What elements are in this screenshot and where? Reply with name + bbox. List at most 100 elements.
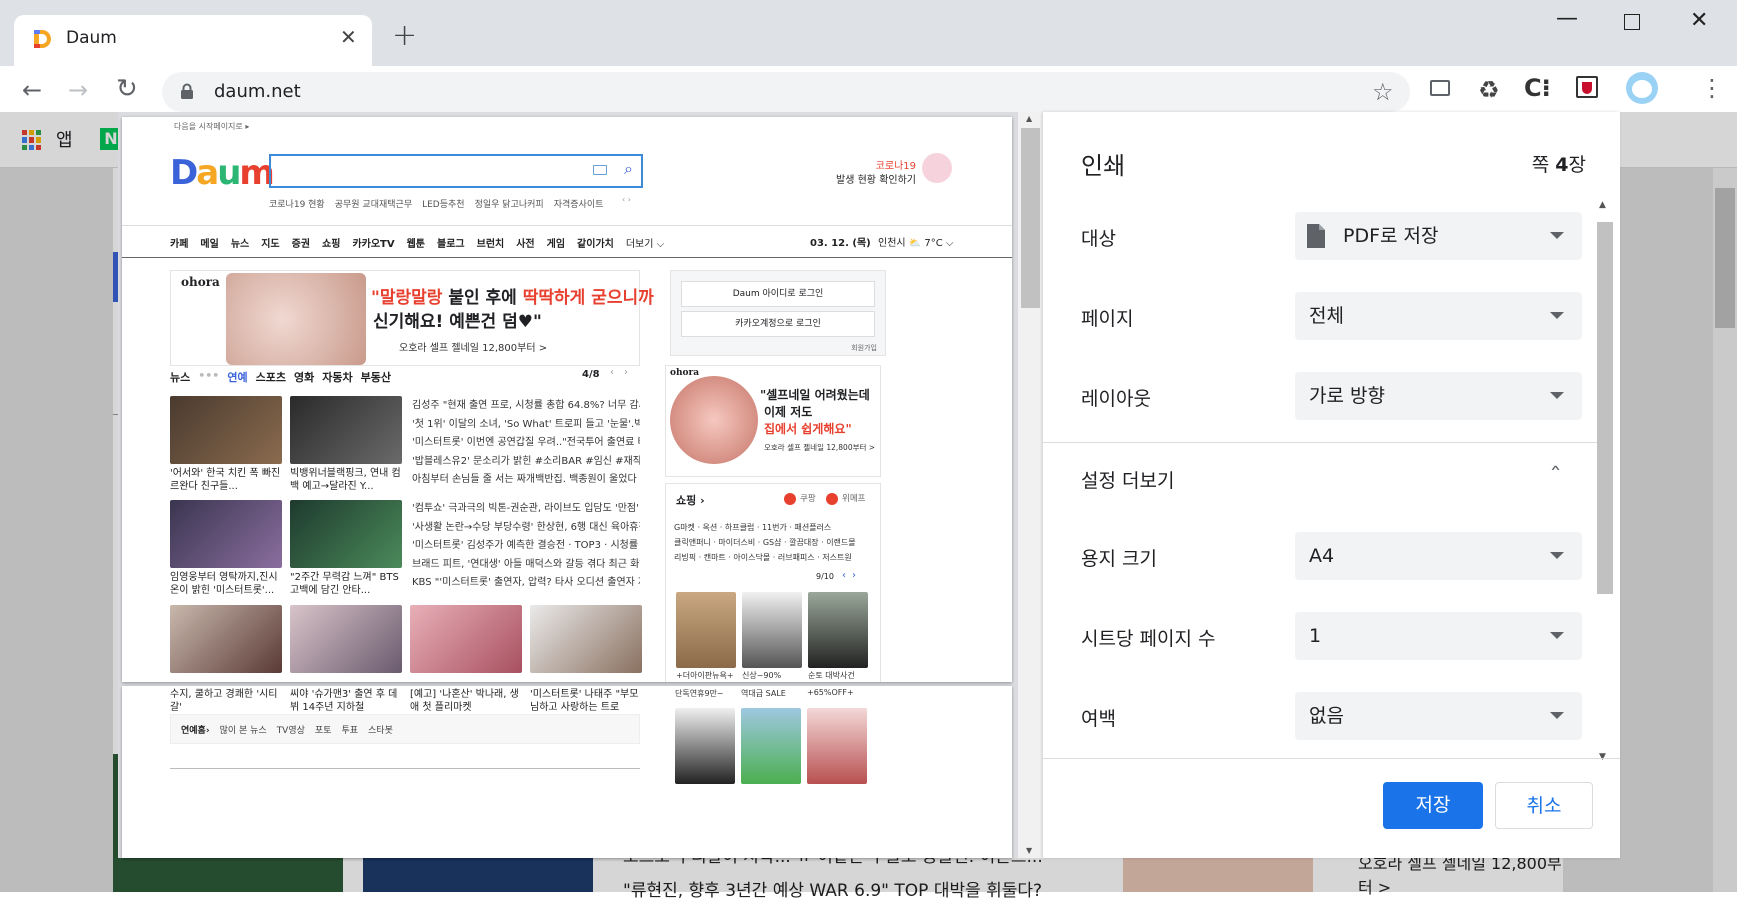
extension-recycle-icon[interactable]: ♻ <box>1478 76 1500 104</box>
trending-4[interactable]: 정일우 닭고나커피 <box>475 197 544 210</box>
trending-1[interactable]: 코로나19 현황 <box>269 197 325 210</box>
new-tab-icon[interactable]: + <box>392 18 417 53</box>
nav-shopping[interactable]: 쇼핑 <box>322 235 340 250</box>
back-icon[interactable]: ← <box>22 76 42 104</box>
news-thumb-2[interactable] <box>290 396 402 464</box>
photo-thumb-4[interactable] <box>530 605 642 673</box>
search-icon[interactable]: ⌕ <box>624 159 633 179</box>
nav-game[interactable]: 게임 <box>547 235 565 250</box>
news-tab-realestate[interactable]: 부동산 <box>361 369 391 385</box>
news-item[interactable]: 아침부터 손님들 줄 서는 짜개백반집. 백종원이 울었다 <box>412 471 640 490</box>
photo-thumb-1[interactable] <box>170 605 282 673</box>
nav-news[interactable]: 뉴스 <box>231 235 249 250</box>
photo-caption-2[interactable]: 씨야 '슈가맨3' 출연 후 데뷔 14주년 지하철 <box>290 688 402 714</box>
trending-5[interactable]: 자격증사이트 <box>554 197 604 210</box>
paper-size-select[interactable]: A4 <box>1295 532 1582 580</box>
shop-thumb-6[interactable] <box>807 708 867 784</box>
preview-scroll-down-icon[interactable]: ▼ <box>1026 846 1032 855</box>
preview-scrollbar[interactable]: ▲ ▼ <box>1018 112 1043 858</box>
coupang-link[interactable]: 쿠팡 <box>800 492 816 504</box>
keyboard-icon[interactable] <box>593 165 607 175</box>
menu-kebab-icon[interactable]: ⋮ <box>1700 74 1724 102</box>
wemakeprice-link[interactable]: 위메프 <box>842 492 865 504</box>
news-footer-popular[interactable]: 많이 본 뉴스 <box>220 723 267 736</box>
margins-select[interactable]: 없음 <box>1295 692 1582 740</box>
news-item[interactable]: 브래드 피트, '연대생' 아들 매덕스와 갈등 겪다 최근 화해 "... <box>412 556 640 575</box>
news-tab-movie[interactable]: 영화 <box>294 369 314 385</box>
close-window-icon[interactable]: ✕ <box>1690 8 1708 33</box>
news-page-arrows-icon[interactable]: ‹› <box>610 367 638 378</box>
extension-shield-icon[interactable] <box>1576 76 1598 98</box>
news-caption-1[interactable]: '어서와' 한국 치킨 폭 빠진 르완다 친구들... <box>170 467 282 493</box>
preview-scroll-thumb[interactable] <box>1021 128 1040 308</box>
settings-scrollbar[interactable]: ▲ ▼ <box>1595 200 1613 766</box>
extension-cast-icon[interactable] <box>1430 80 1450 96</box>
extension-c-icon[interactable]: C⁝ <box>1524 74 1551 102</box>
news-tab-car[interactable]: 자동차 <box>322 369 352 385</box>
pages-select[interactable]: 전체 <box>1295 292 1582 340</box>
daum-login-button[interactable]: Daum 아이디로 로그인 <box>681 281 875 307</box>
nav-brunch[interactable]: 브런치 <box>477 235 505 250</box>
forward-icon[interactable]: → <box>68 76 88 104</box>
shopping-links-3[interactable]: 리빙픽 · 캔마트 · 아이스닥몰 · 러브패피스 · 저스트원 <box>674 550 874 565</box>
nav-blog[interactable]: 블로그 <box>437 235 465 250</box>
profile-avatar[interactable] <box>1626 72 1658 104</box>
daum-search-input[interactable]: ⌕ <box>269 154 643 188</box>
settings-scroll-thumb[interactable] <box>1597 222 1613 594</box>
photo-thumb-3[interactable] <box>410 605 522 673</box>
settings-scroll-up-icon[interactable]: ▲ <box>1599 200 1606 210</box>
news-footer-photo[interactable]: 포토 <box>315 723 332 736</box>
shop-thumb-3[interactable] <box>808 592 868 668</box>
nav-mail[interactable]: 메일 <box>200 235 218 250</box>
photo-caption-4[interactable]: '미스터트롯' 나태주 "부모님하고 사랑하는 트로 <box>530 688 642 714</box>
chevron-up-icon[interactable]: ˄ <box>1549 464 1562 485</box>
shopping-links-1[interactable]: G마켓 · 옥션 · 하프클럽 · 11번가 · 패션플러스 <box>674 520 874 535</box>
nav-kakaotv[interactable]: 카카오TV <box>352 235 394 250</box>
layout-select[interactable]: 가로 방향 <box>1295 372 1582 420</box>
shop-thumb-5[interactable] <box>741 708 801 784</box>
tab-daum[interactable]: Daum ✕ <box>14 15 372 66</box>
shop-thumb-2[interactable] <box>742 592 802 668</box>
photo-caption-3[interactable]: [예고] '나혼산' 박나래, 생애 첫 플리마켓 <box>410 688 522 714</box>
news-item[interactable]: '첫 1위' 이달의 소녀, 'So What' 트로피 들고 '눈물'.빅톤·… <box>412 416 640 435</box>
trending-arrows-icon[interactable]: ‹ › <box>622 195 631 204</box>
pages-per-sheet-select[interactable]: 1 <box>1295 612 1582 660</box>
news-caption-2[interactable]: 빅뱅위너블랙핑크, 연내 컴백 예고→달라진 Y... <box>290 467 402 493</box>
cancel-button[interactable]: 취소 <box>1495 782 1593 829</box>
news-footer-tv[interactable]: TV영상 <box>277 723 305 736</box>
shopping-links-2[interactable]: 클릭앤퍼니 · 마이더스비 · GS샵 · 깔끔대장 · 이랜드몰 <box>674 535 874 550</box>
shop-caption-6[interactable]: +65%OFF+ <box>807 688 854 697</box>
shopping-title[interactable]: 쇼핑 › <box>676 492 705 508</box>
news-tab-sports[interactable]: 스포츠 <box>256 369 286 385</box>
news-caption-4[interactable]: "2주간 무력감 느껴" BTS 고백에 담긴 안타... <box>290 571 402 597</box>
trending-3[interactable]: LED등추천 <box>422 197 464 210</box>
shop-caption-5[interactable]: 역대급 SALE <box>741 688 786 699</box>
shopping-arrows-icon[interactable]: ‹› <box>842 570 862 581</box>
kakao-login-button[interactable]: 카카오계정으로 로그인 <box>681 311 875 337</box>
photo-thumb-2[interactable] <box>290 605 402 673</box>
maximize-icon[interactable] <box>1624 14 1640 30</box>
news-thumb-1[interactable] <box>170 396 282 464</box>
news-item[interactable]: '미스터트롯' 이번엔 공연갑질 우려.."전국투어 출연료 터무... <box>412 434 640 453</box>
shop-thumb-4[interactable] <box>675 708 735 784</box>
nail-ad-side[interactable]: ohora "셀프네일 어려웠는데 이제 저도 집에서 쉽게해요" 오호라 셀프… <box>665 365 881 477</box>
nail-ad-banner[interactable]: ohora "말랑말랑 붙인 후에 딱딱하게 굳으니까 신기해요! 예쁜건 덤♥… <box>170 270 654 366</box>
trending-2[interactable]: 공무원 교대재택근무 <box>335 197 412 210</box>
shop-thumb-1[interactable] <box>676 592 736 668</box>
nav-cafe[interactable]: 카페 <box>170 235 188 250</box>
shop-caption-1[interactable]: +더아이판뉴욕+ <box>676 670 734 681</box>
tab-close-icon[interactable]: ✕ <box>340 25 357 49</box>
news-footer-starbot[interactable]: 스타봇 <box>368 723 393 736</box>
join-link[interactable]: 회원가입 <box>851 343 877 353</box>
news-item[interactable]: KBS "'미스터트롯' 출연자, 압력? 타사 오디션 출연자 제한... <box>412 574 640 593</box>
news-tab-entertainment[interactable]: 연예 <box>227 369 247 385</box>
photo-caption-1[interactable]: 수지, 쿨하고 경쾌한 '시티갈' <box>170 688 282 714</box>
save-button[interactable]: 저장 <box>1383 782 1483 829</box>
preview-scroll-up-icon[interactable]: ▲ <box>1026 114 1032 123</box>
nav-dictionary[interactable]: 사전 <box>516 235 534 250</box>
weather-text[interactable]: 인천시 ⛅ 7°C ⌵ <box>878 234 954 249</box>
nav-map[interactable]: 지도 <box>261 235 279 250</box>
news-thumb-4[interactable] <box>290 500 402 568</box>
news-footer-vote[interactable]: 투표 <box>341 723 358 736</box>
news-footer-home[interactable]: 연예홈› <box>181 723 210 736</box>
